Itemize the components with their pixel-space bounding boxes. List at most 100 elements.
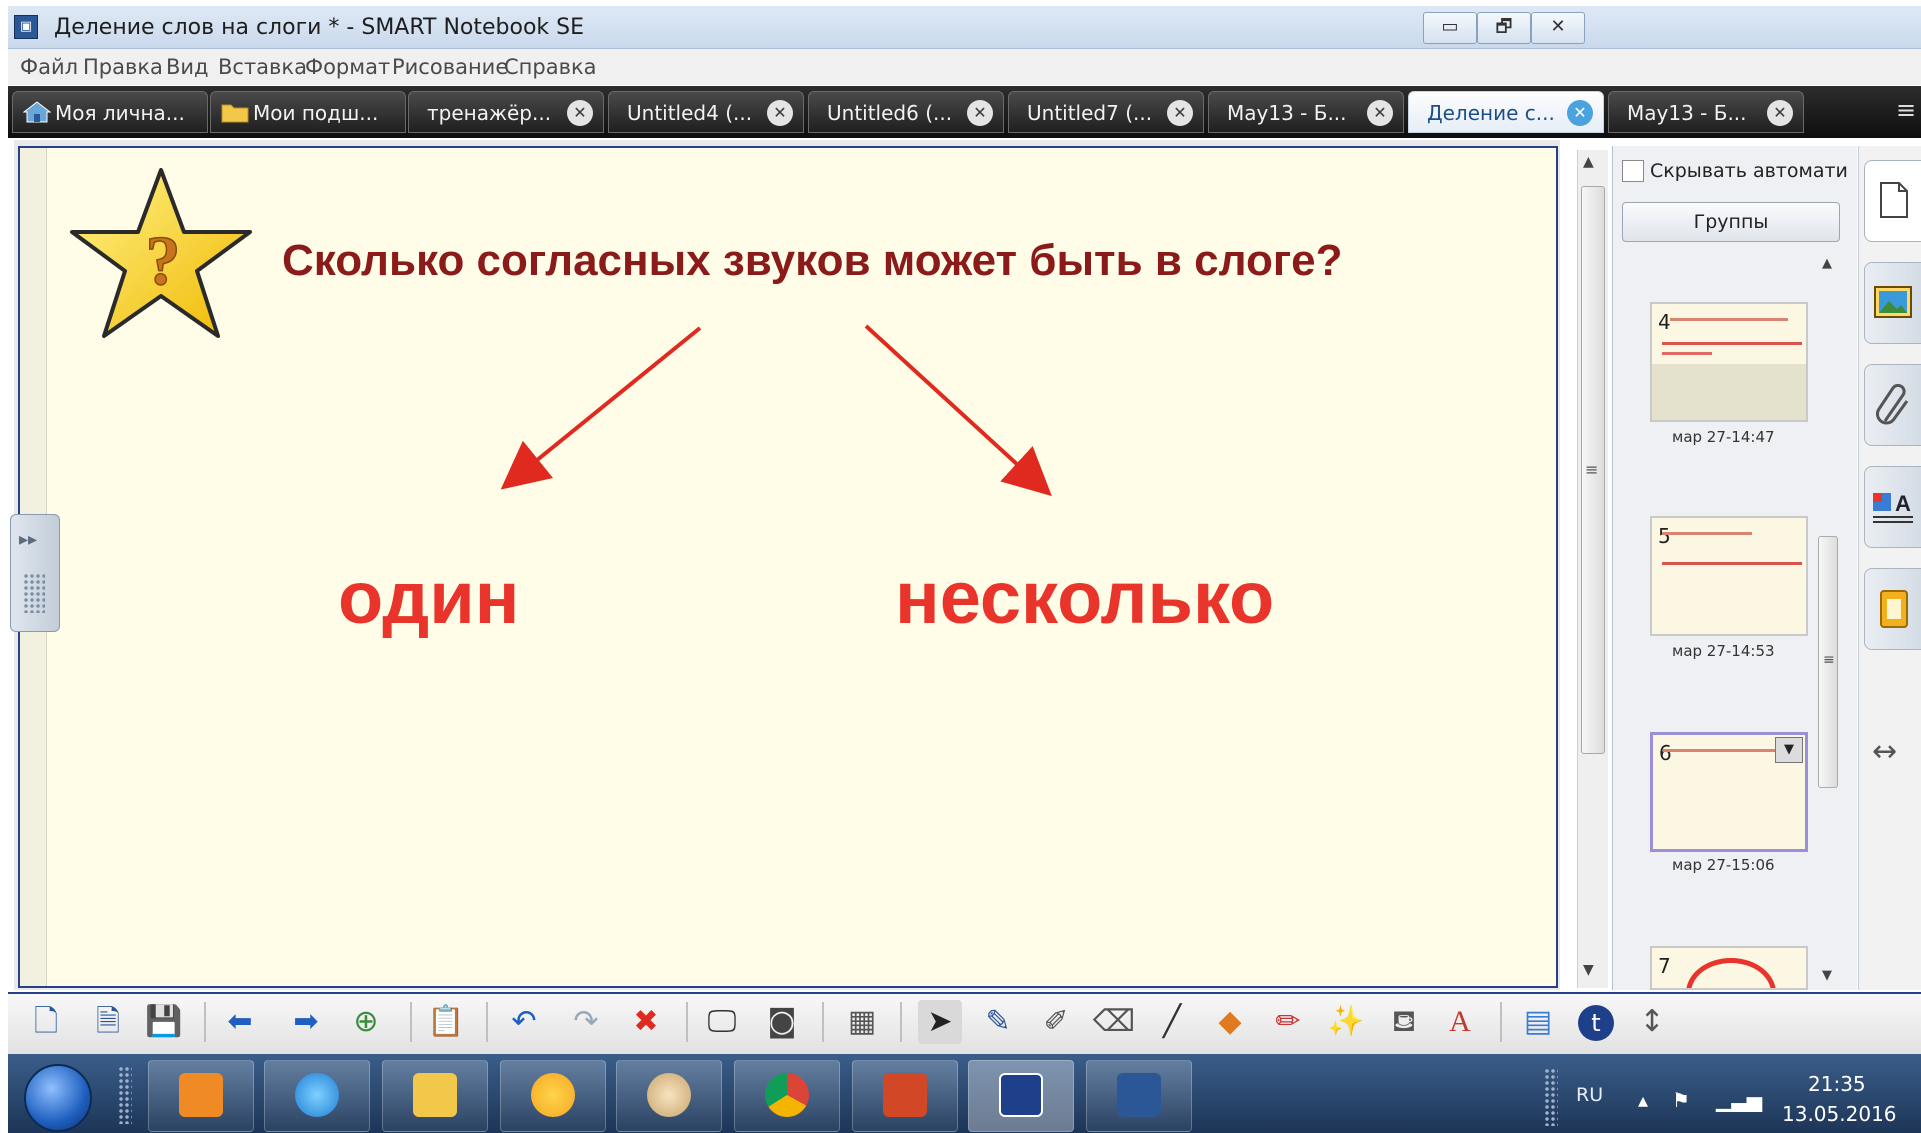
page-thumbnail[interactable]: 7	[1650, 946, 1808, 990]
menu-help[interactable]: Справка	[504, 55, 597, 79]
table-icon[interactable]: ▦	[840, 1000, 884, 1044]
action-center-flag-icon[interactable]: ⚑	[1672, 1088, 1690, 1112]
minimize-button[interactable]: ▭	[1423, 12, 1477, 44]
autohide-checkbox[interactable]	[1622, 160, 1644, 182]
new-page-icon[interactable]: 🗋	[24, 1000, 68, 1044]
fill-icon[interactable]: ⛾	[1382, 1000, 1426, 1044]
menu-draw[interactable]: Рисование	[392, 55, 508, 79]
tab-may13-a[interactable]: May13 - Б... ✕	[1208, 91, 1404, 133]
slide-question[interactable]: Сколько согласных звуков может быть в сл…	[282, 236, 1343, 286]
creative-pen-icon[interactable]: ✐	[1034, 1000, 1078, 1044]
taskbar-powerpoint[interactable]	[852, 1060, 958, 1132]
start-button[interactable]	[24, 1064, 92, 1132]
text-icon[interactable]: A	[1438, 1000, 1482, 1044]
magic-pen-icon[interactable]: ✨	[1324, 1000, 1368, 1044]
sorter-scroll-up-icon[interactable]: ▲	[1822, 256, 1832, 271]
close-tab-icon[interactable]: ✕	[967, 100, 993, 126]
sorter-scroll-down-icon[interactable]: ▼	[1822, 968, 1832, 983]
house-icon	[23, 101, 51, 123]
close-tab-icon[interactable]: ✕	[1167, 100, 1193, 126]
close-tab-icon[interactable]: ✕	[1567, 100, 1593, 126]
open-file-icon[interactable]: 🗎	[86, 1000, 130, 1044]
gallery-tab[interactable]	[1864, 262, 1921, 344]
question-star-image[interactable]: ?	[66, 166, 256, 346]
taskbar-word[interactable]	[1086, 1060, 1192, 1132]
page-thumbnail[interactable]: 5	[1650, 516, 1808, 636]
language-indicator[interactable]: RU	[1576, 1084, 1603, 1106]
screen-shade-icon[interactable]: ◙	[760, 1000, 804, 1044]
answer-several[interactable]: несколько	[895, 555, 1274, 640]
page-thumbnail[interactable]: 4	[1650, 302, 1808, 422]
answer-one[interactable]: один	[338, 555, 519, 640]
line-icon[interactable]: ╱	[1150, 1000, 1194, 1044]
next-page-icon[interactable]: ➡	[284, 1000, 328, 1044]
addons-tab[interactable]	[1864, 568, 1921, 650]
groups-button[interactable]: Группы	[1622, 202, 1840, 242]
attachments-tab[interactable]	[1864, 364, 1921, 446]
taskbar-internet-explorer[interactable]	[264, 1060, 370, 1132]
previous-page-icon[interactable]: ⬅	[218, 1000, 262, 1044]
properties-tab[interactable]: A	[1864, 466, 1921, 548]
response-icon[interactable]: t	[1574, 1000, 1618, 1044]
tab-may13-b[interactable]: May13 - Б... ✕	[1608, 91, 1804, 133]
taskbar-smart-notebook[interactable]	[968, 1060, 1074, 1132]
shapes-icon[interactable]: ◆	[1208, 1000, 1252, 1044]
page-thumbnail-selected[interactable]: 6 ▼	[1650, 732, 1808, 852]
tab-untitled4[interactable]: Untitled4 (... ✕	[608, 91, 804, 133]
properties-toolbar-icon[interactable]: ▤	[1516, 1000, 1560, 1044]
tab-untitled7[interactable]: Untitled7 (... ✕	[1008, 91, 1204, 133]
menu-view[interactable]: Вид	[166, 55, 209, 79]
menu-edit[interactable]: Правка	[83, 55, 163, 79]
tab-list-menu-icon[interactable]: ≡	[1896, 96, 1916, 124]
toolbar-separator	[1500, 1002, 1502, 1042]
add-page-icon[interactable]: ⊕	[344, 1000, 388, 1044]
delete-icon[interactable]: ✖	[624, 1000, 668, 1044]
eraser-icon[interactable]: ⌫	[1092, 1000, 1136, 1044]
resize-panel-arrows-icon[interactable]: ↔	[1872, 734, 1897, 769]
menu-insert[interactable]: Вставка	[218, 55, 307, 79]
move-toolbar-icon[interactable]: ↕	[1630, 1000, 1674, 1044]
select-pointer-icon[interactable]: ➤	[918, 1000, 962, 1044]
save-icon[interactable]: 💾	[142, 1000, 186, 1044]
full-screen-icon[interactable]: 🖵	[700, 1000, 744, 1044]
scroll-up-arrow-icon[interactable]: ▲	[1583, 154, 1594, 170]
close-tab-icon[interactable]: ✕	[767, 100, 793, 126]
close-tab-icon[interactable]: ✕	[1367, 100, 1393, 126]
side-panel-toggle-handle[interactable]: ▸▸	[10, 514, 60, 632]
network-signal-icon[interactable]: ▁▃▅	[1716, 1088, 1762, 1112]
page-sorter-icon	[1880, 182, 1908, 218]
clock-date[interactable]: 13.05.2016	[1782, 1102, 1897, 1126]
redo-icon[interactable]: ↷	[564, 1000, 608, 1044]
smart-notebook-app-icon[interactable]: ▣	[14, 15, 38, 39]
tab-syllables-active[interactable]: Деление с... ✕	[1408, 91, 1604, 133]
close-tab-icon[interactable]: ✕	[567, 100, 593, 126]
page-sorter-tab[interactable]	[1864, 160, 1921, 242]
page-menu-dropdown-icon[interactable]: ▼	[1775, 737, 1803, 763]
taskbar-chrome[interactable]	[734, 1060, 840, 1132]
taskbar-paint[interactable]	[616, 1060, 722, 1132]
thumb-text-line	[1662, 342, 1802, 345]
close-window-button[interactable]: ✕	[1531, 12, 1585, 44]
tab-trainer[interactable]: тренажёр... ✕	[408, 91, 604, 133]
menu-format[interactable]: Формат	[305, 55, 390, 79]
undo-icon[interactable]: ↶	[502, 1000, 546, 1044]
page-number: 5	[1658, 524, 1671, 548]
menu-file[interactable]: Файл	[20, 55, 78, 79]
regular-polygon-icon[interactable]: ✏	[1266, 1000, 1310, 1044]
clock-time[interactable]: 21:35	[1808, 1072, 1866, 1096]
show-hidden-icons-icon[interactable]: ▴	[1638, 1088, 1648, 1112]
tab-my-content[interactable]: Моя лична...	[12, 91, 208, 133]
scroll-down-arrow-icon[interactable]: ▼	[1583, 962, 1594, 978]
toolbar-separator	[686, 1002, 688, 1042]
pen-icon[interactable]: ✎	[976, 1000, 1020, 1044]
restore-button[interactable]: 🗗	[1477, 12, 1531, 44]
file-explorer-icon	[413, 1073, 457, 1117]
tab-my-templates[interactable]: Мои подш...	[210, 91, 406, 133]
close-tab-icon[interactable]: ✕	[1767, 100, 1793, 126]
taskbar-media-player[interactable]	[148, 1060, 254, 1132]
taskbar-explorer[interactable]	[382, 1060, 488, 1132]
tab-untitled6[interactable]: Untitled6 (... ✕	[808, 91, 1004, 133]
paste-icon[interactable]: 📋	[424, 1000, 468, 1044]
powerpoint-icon	[883, 1073, 927, 1117]
taskbar-mail-agent[interactable]	[500, 1060, 606, 1132]
